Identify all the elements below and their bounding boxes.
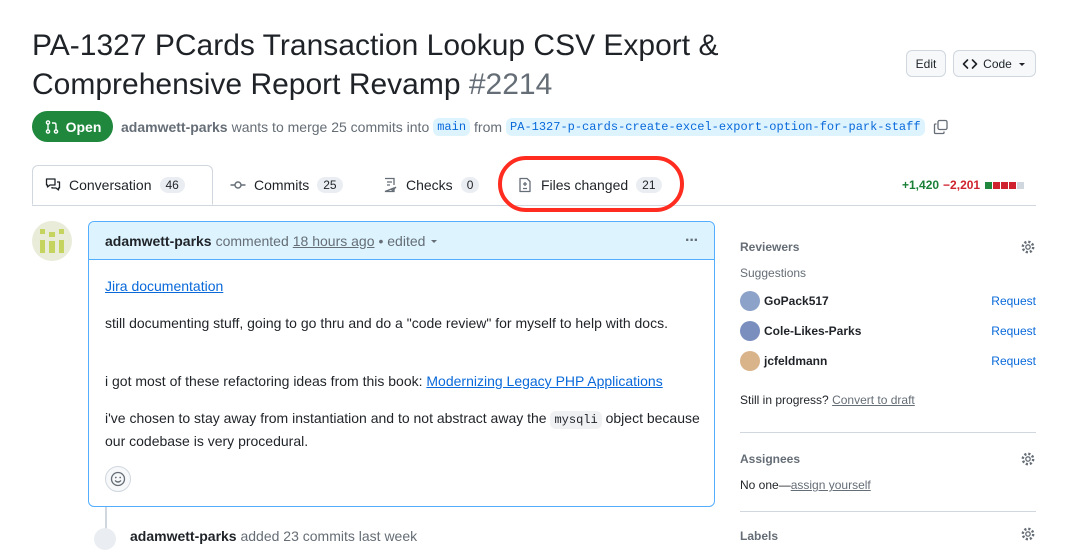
chevron-down-icon (1018, 62, 1025, 66)
git-commit-icon (230, 181, 246, 189)
comment-discussion-icon (45, 178, 61, 191)
avatar (740, 321, 760, 341)
pr-author[interactable]: adamwett-parks (121, 119, 228, 135)
comment-action: commented (215, 232, 289, 249)
pr-title: PA-1327 PCards Transaction Lookup CSV Ex… (32, 26, 892, 104)
git-pull-request-icon (45, 119, 58, 134)
reviewer-name: jcfeldmann (764, 354, 828, 368)
files-changed-highlight (498, 156, 684, 212)
diffstat-block (1017, 181, 1025, 189)
kebab-menu-icon[interactable]: ··· (685, 232, 699, 250)
reviewer-suggestion: GoPack517 Request (740, 291, 1036, 311)
comment-text: i've chosen to stay away from instantiat… (105, 410, 547, 426)
diff-additions: +1,420 (902, 178, 940, 192)
comment-time[interactable]: 18 hours ago (293, 233, 375, 249)
code-button-label: Code (983, 56, 1012, 71)
diffstat-block (993, 181, 1001, 189)
jira-doc-link[interactable]: Jira documentation (105, 278, 223, 294)
reviewer-name: Cole-Likes-Parks (764, 324, 862, 338)
copy-icon[interactable] (933, 119, 949, 135)
tab-checks[interactable]: Checks 0 (382, 165, 480, 205)
inline-code: mysqli (550, 411, 602, 429)
checklist-icon (384, 177, 397, 193)
tab-commits-count: 25 (317, 177, 343, 193)
avatar (740, 351, 760, 371)
tab-conversation-label: Conversation (69, 177, 152, 193)
pr-meta: adamwett-parks wants to merge 25 commits… (121, 118, 949, 136)
tab-commits[interactable]: Commits 25 (230, 165, 343, 205)
from-text: from (474, 119, 503, 135)
assign-yourself-link[interactable]: assign yourself (791, 478, 871, 492)
edited-dropdown-icon[interactable] (429, 236, 439, 246)
avatar[interactable] (32, 221, 72, 261)
base-branch[interactable]: main (433, 118, 471, 136)
diffstat-block (1001, 181, 1009, 189)
labels-heading[interactable]: Labels (740, 529, 1036, 543)
reviewers-heading[interactable]: Reviewers (740, 240, 1036, 254)
tab-conversation[interactable]: Conversation 46 (32, 165, 213, 205)
diffstat: +1,420 −2,201 (902, 178, 1025, 192)
pr-state-badge: Open (32, 111, 113, 142)
comment-text: i got most of these refactoring ideas fr… (105, 373, 423, 389)
timeline-item: adamwett-parks added 23 commits last wee… (130, 528, 417, 544)
merge-text: wants to merge 25 commits into (231, 119, 430, 135)
diff-deletions: −2,201 (943, 178, 981, 192)
timeline-author[interactable]: adamwett-parks (130, 528, 237, 544)
diffstat-bar (984, 181, 1025, 189)
suggestions-label: Suggestions (740, 266, 807, 280)
head-branch[interactable]: PA-1327-p-cards-create-excel-export-opti… (506, 118, 925, 136)
gear-icon[interactable] (1020, 239, 1036, 255)
comment-card: adamwett-parks commented 18 hours ago • … (88, 221, 715, 507)
tab-checks-count: 0 (460, 177, 480, 193)
diffstat-block (1009, 181, 1017, 189)
pr-state-label: Open (65, 118, 102, 135)
tab-conversation-count: 46 (159, 177, 185, 193)
sidebar-divider (740, 511, 1036, 512)
comment-header: adamwett-parks commented 18 hours ago • … (89, 222, 714, 260)
draft-prompt: Still in progress? Convert to draft (740, 393, 1036, 407)
comment-paragraph: Jira documentation (105, 276, 700, 297)
comment-paragraph: still documenting stuff, going to go thr… (105, 315, 668, 331)
gear-icon[interactable] (1020, 451, 1036, 467)
request-review-button[interactable]: Request (991, 324, 1036, 338)
comment-author[interactable]: adamwett-parks (105, 233, 212, 249)
assignees-none: No one— (740, 478, 791, 492)
reviewer-name: GoPack517 (764, 294, 829, 308)
reviewer-suggestion: jcfeldmann Request (740, 351, 1036, 371)
code-button[interactable]: Code (953, 50, 1036, 77)
assignees-heading[interactable]: Assignees (740, 452, 1036, 466)
draft-prompt-text: Still in progress? (740, 393, 829, 407)
comment-edited[interactable]: • edited (378, 233, 425, 249)
request-review-button[interactable]: Request (991, 294, 1036, 308)
comment-paragraph: i got most of these refactoring ideas fr… (105, 371, 700, 392)
tab-checks-label: Checks (406, 177, 453, 193)
diffstat-block (985, 181, 993, 189)
book-link[interactable]: Modernizing Legacy PHP Applications (426, 373, 662, 389)
tab-commits-label: Commits (254, 177, 310, 193)
avatar (740, 291, 760, 311)
timeline-text: added 23 commits last week (240, 528, 418, 544)
code-icon (962, 58, 978, 69)
pr-title-text: PA-1327 PCards Transaction Lookup CSV Ex… (32, 29, 719, 101)
reviewer-suggestion: Cole-Likes-Parks Request (740, 321, 1036, 341)
assignees-value: No one—assign yourself (740, 478, 1036, 492)
smiley-icon (110, 471, 126, 487)
convert-to-draft-link[interactable]: Convert to draft (832, 393, 915, 407)
sidebar-divider (740, 432, 1036, 433)
edit-button[interactable]: Edit (906, 50, 946, 77)
comment-paragraph: i've chosen to stay away from instantiat… (105, 408, 700, 452)
pr-number: #2214 (468, 68, 553, 101)
identicon (40, 229, 64, 253)
request-review-button[interactable]: Request (991, 354, 1036, 368)
add-reaction-button[interactable] (105, 466, 131, 492)
commit-timeline-icon (94, 528, 116, 550)
